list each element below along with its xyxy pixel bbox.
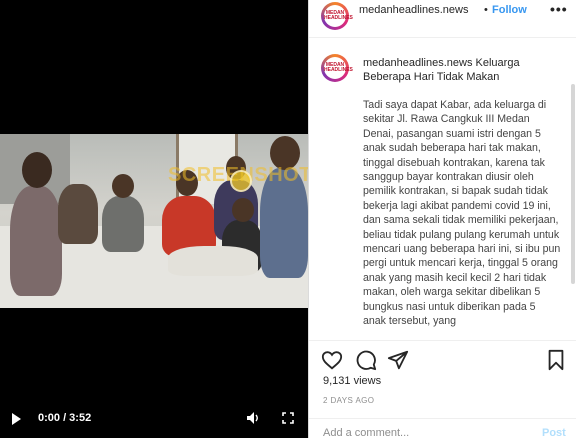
video-overlay-indicator <box>230 170 252 192</box>
comment-icon[interactable] <box>355 349 377 371</box>
avatar[interactable]: MEDAN HEADLINES <box>321 54 353 82</box>
avatar-logo: MEDAN HEADLINES <box>324 5 353 27</box>
caption-text: Tadi saya dapat Kabar, ada keluarga di s… <box>363 99 561 328</box>
post-comment-button[interactable]: Post <box>542 427 566 438</box>
video-person-head <box>232 198 254 222</box>
video-person <box>168 246 258 276</box>
video-person <box>58 184 98 244</box>
caption-scrollbar[interactable] <box>571 84 575 284</box>
post-header: MEDAN HEADLINES medanheadlines.news • Fo… <box>309 0 576 38</box>
video-time: 0:00 / 3:52 <box>38 412 92 424</box>
video-person <box>10 186 62 296</box>
play-icon[interactable] <box>12 413 21 425</box>
bookmark-icon[interactable] <box>545 349 567 371</box>
share-icon[interactable] <box>387 349 409 371</box>
post-actions <box>309 340 576 380</box>
caption-heading: medanheadlines.news Keluarga Beberapa Ha… <box>363 56 559 84</box>
video-person-head <box>112 174 134 198</box>
more-options-icon[interactable]: ••• <box>550 1 568 17</box>
heart-icon[interactable] <box>321 349 343 371</box>
video-controls: 0:00 / 3:52 <box>0 410 308 430</box>
follow-button[interactable]: Follow <box>492 4 527 16</box>
fullscreen-icon[interactable] <box>282 412 294 424</box>
view-count[interactable]: 9,131 views <box>323 375 381 387</box>
video-frame[interactable]: SCREENSHOT BY <box>0 134 308 308</box>
volume-icon[interactable] <box>246 411 260 425</box>
header-separator: • <box>484 4 488 16</box>
comment-bar: Add a comment... Post <box>309 418 576 438</box>
post-date: 2 DAYS AGO <box>323 396 375 405</box>
avatar[interactable]: MEDAN HEADLINES <box>321 2 353 30</box>
post-side-panel: MEDAN HEADLINES medanheadlines.news • Fo… <box>308 0 576 438</box>
video-player[interactable]: SCREENSHOT BY 0:00 / 3:52 <box>0 0 308 438</box>
caption-username-link[interactable]: medanheadlines.news <box>363 57 472 69</box>
username-link[interactable]: medanheadlines.news <box>359 4 468 16</box>
avatar-logo: MEDAN HEADLINES <box>324 57 353 79</box>
comment-input[interactable]: Add a comment... <box>323 427 409 438</box>
video-person-head <box>22 152 52 188</box>
video-person <box>102 196 144 252</box>
caption-area[interactable]: MEDAN HEADLINES medanheadlines.news Kelu… <box>309 40 576 340</box>
